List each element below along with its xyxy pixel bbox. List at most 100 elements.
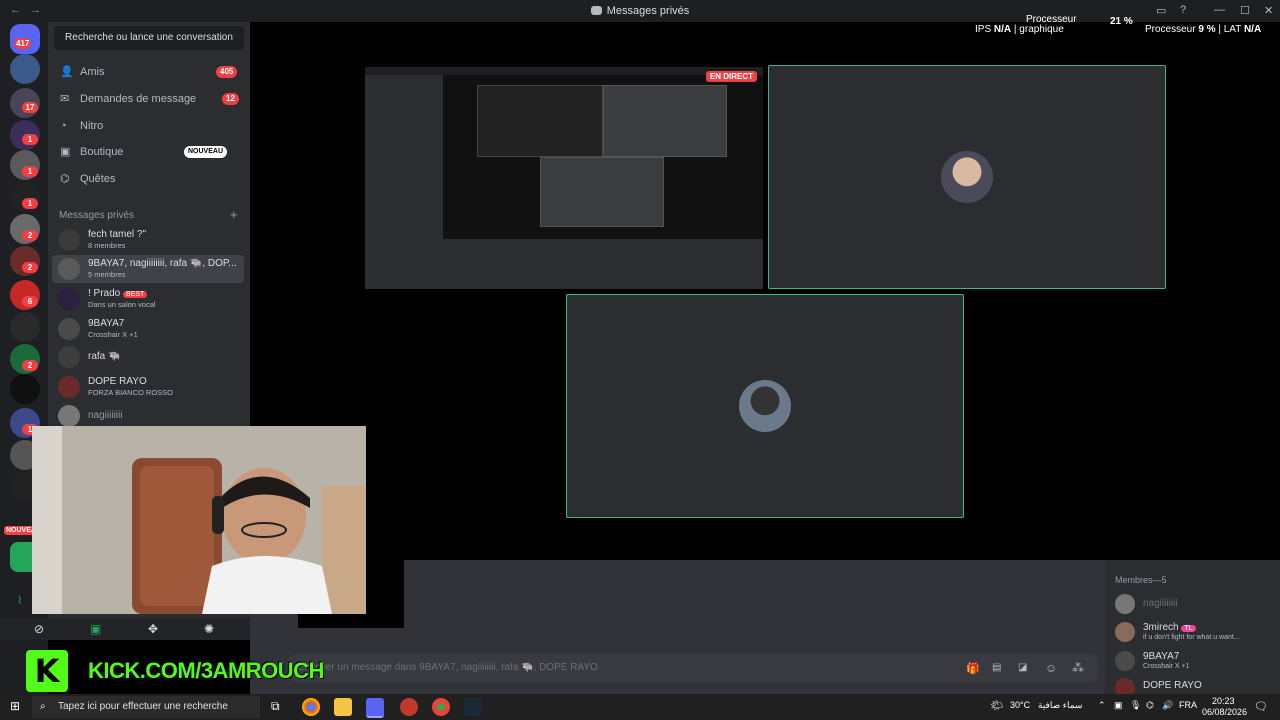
maximize-button[interactable]: ☐ — [1240, 4, 1250, 17]
shared-nested-tile — [603, 85, 727, 157]
member-item[interactable]: 9BAYA7 Crosshair X +1 — [1115, 647, 1280, 675]
new-tag: NOUVEAU — [184, 146, 228, 158]
screen-share-icon[interactable]: ▣ — [90, 622, 101, 636]
overlay-fps: IPS N/A | graphique — [975, 24, 1064, 35]
discord-taskbar-icon[interactable] — [366, 698, 384, 718]
nav-message-requests[interactable]: ✉ Demandes de message 12 — [52, 86, 242, 112]
member-name: 3mirech TL — [1143, 622, 1196, 633]
cpu-value: 9 % — [1198, 24, 1216, 35]
rss-icon[interactable]: ⌇ — [17, 594, 22, 607]
nav-label: Demandes de message — [80, 93, 197, 105]
dm-name: 9BAYA7, nagiiiiiiii, rafa 🐃, DOP... — [88, 258, 237, 269]
steam-icon[interactable] — [464, 698, 482, 716]
camera-off-icon[interactable]: ⊘ — [34, 622, 44, 636]
mic-icon[interactable]: 🎙 — [1130, 700, 1141, 711]
dm-item[interactable]: DOPE RAYO FORZA BIANCO ROSSO — [52, 373, 244, 401]
tray-app-icon[interactable]: ▣ — [1114, 700, 1123, 711]
window-title-text: Messages privés — [606, 5, 690, 17]
dm-item[interactable]: rafa 🐃 — [52, 343, 244, 371]
nav-shop[interactable]: ▣ Boutique NOUVEAU — [52, 139, 242, 165]
shop-icon: ▣ — [60, 146, 71, 158]
dm-sub: 5 membres — [88, 270, 126, 279]
member-item[interactable]: 3mirech TL if u don't fight for what u w… — [1115, 618, 1280, 646]
network-icon[interactable]: ⌬ — [1146, 700, 1154, 711]
add-dm-icon[interactable]: + — [230, 207, 238, 222]
kick-logo: K — [26, 650, 68, 692]
chrome-icon[interactable] — [432, 698, 450, 716]
notifications-icon[interactable]: 🗨 — [1254, 700, 1268, 713]
member-name: DOPE RAYO — [1143, 680, 1202, 691]
nav-friends[interactable]: 👤 Amis 405 — [52, 59, 242, 85]
dm-item[interactable]: fech tamel ?" 8 membres — [52, 226, 244, 254]
shared-nested-screen — [477, 85, 603, 157]
nitro-icon: ◔ — [60, 120, 67, 132]
language-indicator[interactable]: FRA — [1179, 700, 1197, 710]
dm-item[interactable]: ! Prado BEST Dans un salon vocal — [52, 285, 244, 313]
close-button[interactable]: ✕ — [1264, 4, 1273, 17]
search-icon: ⌕ — [40, 701, 46, 712]
nav-nitro[interactable]: ◔ Nitro — [52, 113, 242, 139]
nav-label: Boutique — [80, 146, 124, 158]
tray-overflow-icon[interactable]: ⌃ — [1098, 700, 1106, 711]
dm-tag: BEST — [123, 291, 148, 298]
friends-icon: 👤 — [60, 66, 74, 78]
help-icon[interactable]: ? — [1180, 4, 1186, 16]
sticker-icon[interactable]: ◪ — [1018, 662, 1027, 673]
shared-nested-tile — [540, 157, 664, 227]
activity-icon[interactable]: ✥ — [148, 622, 158, 636]
soundboard-icon[interactable]: ✺ — [204, 622, 214, 636]
taskbar: ⊞ Tapez ici pour effectuer une recherche… — [0, 694, 1280, 720]
shared-chat — [365, 239, 763, 289]
windows-start-icon[interactable]: ⊞ — [10, 699, 20, 713]
notification-badge: 17 — [22, 102, 38, 113]
nav-label: Amis — [80, 66, 105, 78]
clock-date[interactable]: 06/08/2026 — [1202, 707, 1247, 717]
live-badge: EN DIRECT — [705, 71, 757, 82]
avatar — [58, 318, 80, 340]
dm-item-selected[interactable]: 9BAYA7, nagiiiiiiii, rafa 🐃, DOP... 5 me… — [52, 255, 244, 283]
participant-tile[interactable] — [768, 65, 1166, 289]
server-icon[interactable] — [10, 54, 40, 84]
avatar — [58, 288, 80, 310]
discord-icon — [590, 6, 602, 15]
inbox-icon[interactable]: ▭ — [1156, 4, 1166, 17]
server-icon[interactable] — [10, 312, 40, 342]
emoji-icon[interactable]: ☺ — [1045, 661, 1057, 675]
gpu-label: graphique — [1019, 24, 1064, 35]
member-item[interactable]: DOPE RAYO — [1115, 674, 1280, 698]
app-icon[interactable] — [400, 698, 418, 716]
member-list: Membres—5 nagiiiiiiii 3mirech TL if u do… — [1105, 560, 1280, 698]
search-input[interactable]: Recherche ou lance une conversation — [54, 26, 244, 50]
chat-area: Envoyer un message dans 9BAYA7, nagiiiii… — [250, 560, 1105, 694]
volume-icon[interactable]: 🔊 — [1162, 700, 1173, 711]
weather-text: سماء صافية — [1038, 700, 1083, 710]
file-explorer-icon[interactable] — [334, 698, 352, 716]
chrome-icon[interactable] — [302, 698, 320, 716]
call-stage: Processeur IPS N/A | graphique 21 % Proc… — [250, 14, 1280, 560]
fps-label: IPS — [975, 24, 992, 35]
participant-tile[interactable] — [566, 294, 964, 518]
dm-sub: 8 membres — [88, 241, 126, 250]
member-name-text: 3mirech — [1143, 622, 1179, 633]
mail-icon: ✉ — [60, 93, 70, 105]
shared-titlebar — [365, 67, 763, 75]
dm-sub: FORZA BIANCO ROSSO — [88, 388, 174, 397]
title-bar: ← → Messages privés ▭ ? — ☐ ✕ — [0, 0, 1280, 22]
dm-item[interactable]: 9BAYA7 Crosshair X +1 — [52, 315, 244, 343]
member-status: Crosshair X +1 — [1143, 663, 1190, 670]
nav-quests[interactable]: ⌬ Quêtes — [52, 166, 242, 192]
member-item[interactable]: nagiiiiiiii — [1115, 590, 1280, 618]
server-icon[interactable] — [10, 374, 40, 404]
notification-badge: 1 — [22, 198, 38, 209]
screen-share-tile[interactable]: EN DIRECT — [365, 67, 763, 289]
taskbar-search[interactable]: Tapez ici pour effectuer une recherche — [32, 696, 260, 718]
dm-header: Messages privés — [59, 210, 135, 221]
dm-name: ! Prado BEST — [88, 288, 238, 299]
task-view-icon[interactable]: ⧉ — [271, 699, 280, 714]
minimize-button[interactable]: — — [1214, 4, 1225, 16]
apps-icon[interactable]: ⁂ — [1072, 661, 1084, 675]
gift-icon[interactable]: 🎁 — [966, 662, 980, 675]
gif-icon[interactable]: ▤ — [992, 662, 1001, 673]
clock-time[interactable]: 20:23 — [1212, 696, 1235, 706]
avatar — [58, 258, 80, 280]
